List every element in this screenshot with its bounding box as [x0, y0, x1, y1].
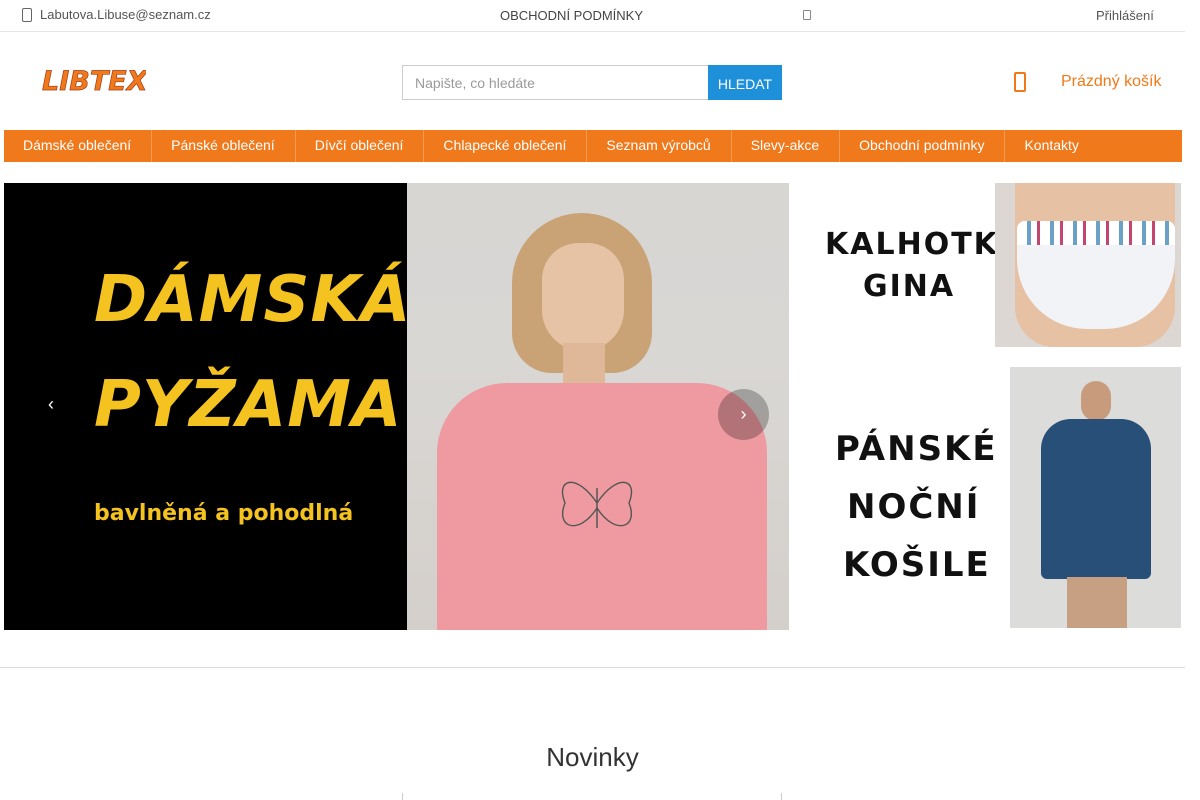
photo-head — [1081, 381, 1111, 421]
banner-panske-line3: KOŠILE — [843, 545, 991, 585]
slider-subtitle: bavlněná a pohodlná — [94, 501, 354, 526]
photo-legs — [1067, 577, 1127, 628]
cart-icon[interactable] — [1014, 72, 1026, 92]
nav-item-slevy[interactable]: Slevy-akce — [732, 130, 841, 162]
column-divider — [781, 793, 782, 800]
banner-panske-line2: NOČNÍ — [847, 487, 981, 527]
top-bar: Labutova.Libuse@seznam.cz OBCHODNÍ PODMÍ… — [0, 0, 1185, 32]
hero-slider[interactable]: DÁMSKÁ PYŽAMA bavlněná a pohodlná ‹ › — [4, 183, 789, 630]
butterfly-print — [561, 481, 633, 528]
nav-item-kontakty[interactable]: Kontakty — [1005, 130, 1098, 162]
main-navigation: Dámské oblečení Pánské oblečení Dívčí ob… — [4, 130, 1182, 162]
banner-kalhotky-line2: GINA — [863, 269, 956, 304]
document-icon — [803, 10, 811, 20]
search-input[interactable] — [402, 65, 708, 100]
cart-label[interactable]: Prázdný košík — [1061, 73, 1161, 91]
terms-link[interactable]: OBCHODNÍ PODMÍNKY — [500, 8, 643, 23]
column-divider — [402, 793, 403, 800]
nav-item-divci[interactable]: Dívčí oblečení — [296, 130, 425, 162]
banner-kalhotky-photo — [995, 183, 1181, 347]
photo-face — [542, 243, 624, 351]
banner-kalhotky[interactable]: KALHOTKY GINA — [809, 183, 1181, 347]
banner-panske-line1: PÁNSKÉ — [835, 429, 998, 469]
contact-email-text: Labutova.Libuse@seznam.cz — [40, 7, 211, 22]
banner-kalhotky-line1: KALHOTKY — [825, 227, 1023, 262]
banner-kalhotky-text: KALHOTKY GINA — [809, 183, 1021, 347]
photo-band — [1017, 221, 1175, 245]
banner-panske-photo — [1010, 367, 1181, 628]
nav-item-chlapecke[interactable]: Chlapecké oblečení — [424, 130, 588, 162]
logo[interactable]: LIBTEX — [40, 62, 146, 98]
slider-title-line1: DÁMSKÁ — [94, 263, 412, 337]
section-divider — [0, 667, 1185, 668]
contact-email[interactable]: Labutova.Libuse@seznam.cz — [22, 7, 211, 22]
search-form: HLEDAT — [402, 65, 782, 100]
chevron-right-icon[interactable]: › — [718, 389, 769, 440]
svg-text:LIBTEX: LIBTEX — [42, 66, 146, 97]
nav-item-vyrobci[interactable]: Seznam výrobců — [587, 130, 732, 162]
chevron-left-icon[interactable]: ‹ — [42, 390, 60, 418]
nav-item-panske[interactable]: Pánské oblečení — [152, 130, 296, 162]
login-link[interactable]: Přihlášení — [1096, 8, 1154, 23]
nav-item-podminky[interactable]: Obchodní podmínky — [840, 130, 1006, 162]
search-button[interactable]: HLEDAT — [708, 65, 782, 100]
phone-icon — [22, 7, 32, 22]
nav-item-damske[interactable]: Dámské oblečení — [4, 130, 153, 162]
section-title-novinky: Novinky — [546, 742, 639, 772]
photo-nightshirt — [1041, 419, 1151, 579]
banner-panske-kosile[interactable]: PÁNSKÉ NOČNÍ KOŠILE — [809, 367, 1181, 628]
header: LIBTEX HLEDAT Prázdný košík — [0, 32, 1185, 130]
slider-title-line2: PYŽAMA — [94, 368, 403, 442]
